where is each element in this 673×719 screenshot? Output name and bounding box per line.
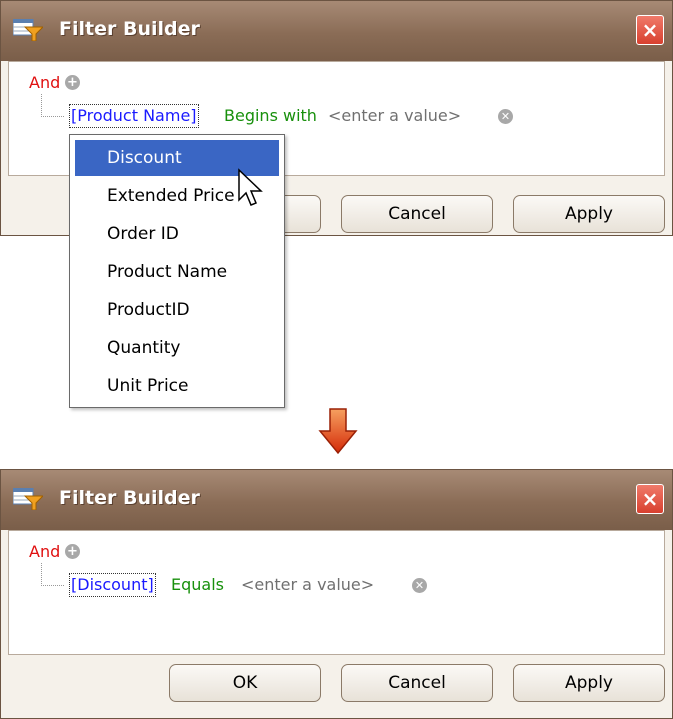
- filter-tree-panel: And + [Discount] Equals <enter a value> …: [8, 530, 665, 655]
- close-button[interactable]: ×: [636, 15, 664, 45]
- menu-item-productid[interactable]: ProductID: [75, 292, 279, 328]
- menu-item-product-name[interactable]: Product Name: [75, 254, 279, 290]
- remove-circle-icon[interactable]: ✕: [412, 578, 427, 593]
- condition-value[interactable]: <enter a value>: [241, 574, 374, 596]
- dialog-title: Filter Builder: [59, 487, 200, 509]
- filter-builder-dialog-after: Filter Builder × And + [Discount] Equals…: [0, 469, 673, 719]
- filter-builder-app-icon: [13, 19, 43, 41]
- group-operator[interactable]: And: [29, 542, 60, 561]
- filter-builder-app-icon: [13, 488, 43, 510]
- tree-connector: [41, 563, 64, 586]
- group-operator[interactable]: And: [29, 73, 60, 92]
- ok-button[interactable]: OK: [169, 664, 321, 702]
- cancel-button[interactable]: Cancel: [341, 195, 493, 233]
- menu-item-unit-price[interactable]: Unit Price: [75, 368, 279, 404]
- tree-connector: [41, 94, 64, 117]
- menu-item-order-id[interactable]: Order ID: [75, 216, 279, 252]
- cancel-button[interactable]: Cancel: [341, 664, 493, 702]
- plus-circle-icon[interactable]: +: [65, 544, 80, 559]
- condition-value[interactable]: <enter a value>: [328, 105, 461, 127]
- title-bar: Filter Builder ×: [1, 470, 672, 530]
- down-arrow-icon: [318, 408, 358, 455]
- dialog-title: Filter Builder: [59, 18, 200, 40]
- condition-operator[interactable]: Equals: [171, 574, 224, 596]
- condition-field[interactable]: [Discount]: [69, 573, 156, 597]
- apply-button[interactable]: Apply: [513, 664, 665, 702]
- mouse-cursor-icon: [238, 168, 263, 206]
- condition-operator[interactable]: Begins with: [224, 105, 317, 127]
- condition-field[interactable]: [Product Name]: [69, 104, 199, 128]
- close-button[interactable]: ×: [636, 484, 664, 514]
- title-bar: Filter Builder ×: [1, 1, 672, 61]
- remove-circle-icon[interactable]: ✕: [498, 109, 513, 124]
- plus-circle-icon[interactable]: +: [65, 75, 80, 90]
- menu-item-quantity[interactable]: Quantity: [75, 330, 279, 366]
- apply-button[interactable]: Apply: [513, 195, 665, 233]
